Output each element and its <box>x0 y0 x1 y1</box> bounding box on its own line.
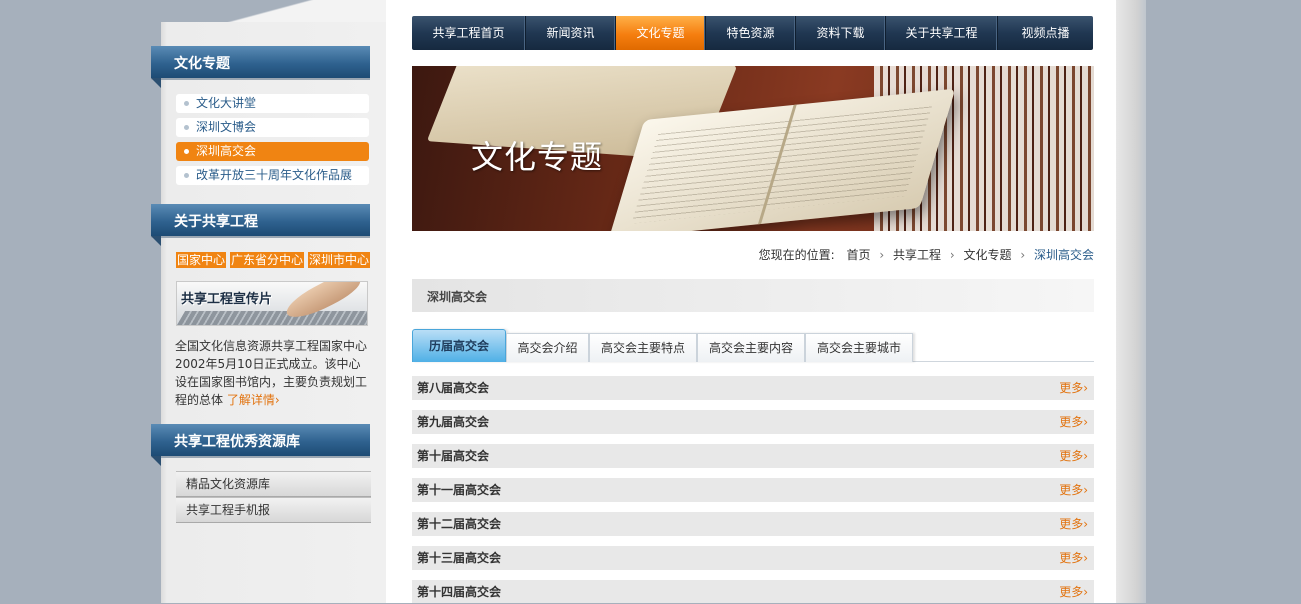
sidebar-topic-label: 文化大讲堂 <box>196 96 257 110</box>
list-item-title[interactable]: 第八届高交会 <box>417 376 489 400</box>
sidebar-about-header: 关于共享工程 <box>151 204 370 246</box>
center-link-shenzhen[interactable]: 深圳市中心 <box>308 252 371 268</box>
resource-item[interactable]: 共享工程手机报 <box>176 497 371 523</box>
breadcrumb-prefix: 您现在的位置: <box>758 248 835 262</box>
intro-more-link[interactable]: 了解详情› <box>227 393 280 407</box>
promo-video-label: 共享工程宣传片 <box>181 292 273 307</box>
list-item-title[interactable]: 第十二届高交会 <box>417 512 501 536</box>
center-link-guangdong[interactable]: 广东省分中心 <box>230 252 305 268</box>
list-item: 第十三届高交会 更多› <box>412 546 1094 570</box>
nav-item-about[interactable]: 关于共享工程 <box>886 16 998 50</box>
list-item-title[interactable]: 第十四届高交会 <box>417 580 501 604</box>
project-intro: 全国文化信息资源共享工程国家中心2002年5月10日正式成立。该中心设在国家图书… <box>175 337 371 409</box>
bullet-icon <box>184 149 189 154</box>
list-item-title[interactable]: 第十三届高交会 <box>417 546 501 570</box>
promo-video-banner[interactable]: 共享工程宣传片 <box>176 281 368 326</box>
sidebar-topic-item-active[interactable]: 深圳高交会 <box>176 142 369 161</box>
sidebar-topic-item[interactable]: 深圳文博会 <box>176 118 369 137</box>
list-item: 第八届高交会 更多› <box>412 376 1094 400</box>
list-item-title[interactable]: 第九届高交会 <box>417 410 489 434</box>
banner-image: 文化专题 <box>412 66 1094 231</box>
list-item: 第九届高交会 更多› <box>412 410 1094 434</box>
left-column-corner <box>161 0 386 22</box>
keyboard-graphic <box>177 311 367 325</box>
breadcrumb-link-topics[interactable]: 文化专题 <box>964 248 1012 262</box>
list-item-title[interactable]: 第十届高交会 <box>417 444 489 468</box>
sidebar-topic-item[interactable]: 文化大讲堂 <box>176 94 369 113</box>
tab-main-features[interactable]: 高交会主要特点 <box>589 333 697 362</box>
more-link[interactable]: 更多› <box>1059 410 1088 434</box>
content-tabs: 历届高交会 高交会介绍 高交会主要特点 高交会主要内容 高交会主要城市 <box>412 327 1094 362</box>
list-item: 第十届高交会 更多› <box>412 444 1094 468</box>
more-link[interactable]: 更多› <box>1059 376 1088 400</box>
resource-item-label: 共享工程手机报 <box>186 503 271 517</box>
sidebar-resources-title: 共享工程优秀资源库 <box>174 434 300 450</box>
tab-past-events[interactable]: 历届高交会 <box>412 329 506 362</box>
sidebar-about-title: 关于共享工程 <box>174 214 258 230</box>
bullet-icon <box>184 173 189 178</box>
main-nav: 共享工程首页 新闻资讯 文化专题 特色资源 资料下载 关于共享工程 视频点播 <box>412 16 1093 50</box>
sidebar-resources-header: 共享工程优秀资源库 <box>151 424 370 466</box>
resource-item[interactable]: 精品文化资源库 <box>176 471 371 497</box>
sidebar-topics-header: 文化专题 <box>151 46 370 88</box>
nav-item-featured-resources[interactable]: 特色资源 <box>706 16 796 50</box>
chevron-right-icon: › <box>879 248 885 262</box>
sidebar-topics-title: 文化专题 <box>174 56 230 72</box>
section-title-bar: 深圳高交会 <box>412 279 1094 312</box>
bullet-icon <box>184 125 189 130</box>
sidebar-topic-label: 深圳文博会 <box>196 120 257 134</box>
sidebar-topic-label: 深圳高交会 <box>196 144 257 158</box>
tab-main-content[interactable]: 高交会主要内容 <box>697 333 805 362</box>
chevron-right-icon: › <box>949 248 955 262</box>
more-link[interactable]: 更多› <box>1059 580 1088 604</box>
tab-introduction[interactable]: 高交会介绍 <box>506 333 589 362</box>
nav-item-video[interactable]: 视频点播 <box>998 16 1093 50</box>
sidebar-topic-item[interactable]: 改革开放三十周年文化作品展 <box>176 166 369 185</box>
breadcrumb-link-project[interactable]: 共享工程 <box>893 248 941 262</box>
section-title: 深圳高交会 <box>427 290 488 304</box>
nav-item-home[interactable]: 共享工程首页 <box>412 16 526 50</box>
breadcrumb: 您现在的位置: 首页 › 共享工程 › 文化专题 › 深圳高交会 <box>759 246 1094 263</box>
resource-item-label: 精品文化资源库 <box>186 477 271 491</box>
list-item: 第十一届高交会 更多› <box>412 478 1094 502</box>
list-item: 第十四届高交会 更多› <box>412 580 1094 603</box>
nav-item-downloads[interactable]: 资料下载 <box>796 16 886 50</box>
tab-main-cities[interactable]: 高交会主要城市 <box>805 333 913 362</box>
breadcrumb-current: 深圳高交会 <box>1033 248 1094 262</box>
nav-item-news[interactable]: 新闻资讯 <box>526 16 616 50</box>
chevron-right-icon: › <box>1020 248 1026 262</box>
right-frame-edge <box>1116 0 1146 603</box>
banner-title: 文化专题 <box>471 138 604 176</box>
more-link[interactable]: 更多› <box>1059 512 1088 536</box>
more-link[interactable]: 更多› <box>1059 546 1088 570</box>
nav-item-culture-topics[interactable]: 文化专题 <box>616 16 706 50</box>
bullet-icon <box>184 101 189 106</box>
list-item-title[interactable]: 第十一届高交会 <box>417 478 501 502</box>
sidebar-topic-label: 改革开放三十周年文化作品展 <box>196 168 353 182</box>
list-item: 第十二届高交会 更多› <box>412 512 1094 536</box>
more-link[interactable]: 更多› <box>1059 478 1088 502</box>
breadcrumb-link-home[interactable]: 首页 <box>847 248 871 262</box>
more-link[interactable]: 更多› <box>1059 444 1088 468</box>
center-link-national[interactable]: 国家中心 <box>176 252 227 268</box>
